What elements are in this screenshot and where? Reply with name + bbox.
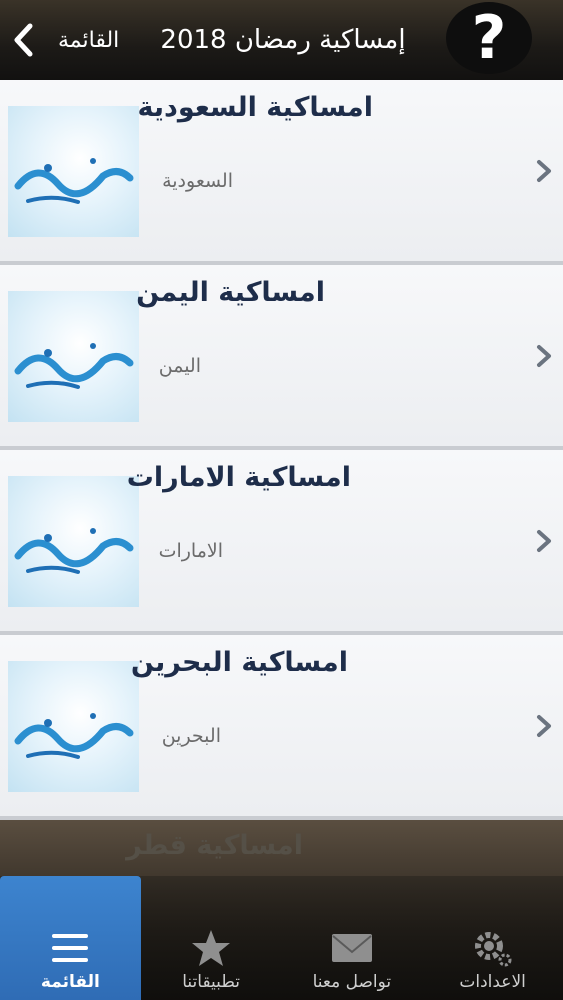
back-button[interactable]: القائمة [12, 18, 119, 62]
tab-label: تواصل معنا [312, 972, 392, 992]
list-item[interactable]: امساكية الامارات الامارات [0, 450, 563, 635]
row-title: امساكية الامارات [126, 462, 351, 493]
chevron-right-icon [537, 345, 551, 367]
help-button[interactable]: ? [446, 2, 532, 74]
ramadan-thumbnail [8, 106, 139, 237]
back-label: القائمة [58, 27, 120, 53]
row-title: امساكية البحرين [130, 647, 348, 678]
gear-icon [474, 932, 512, 967]
row-subtitle: البحرين [161, 725, 221, 747]
menu-icon [52, 934, 89, 962]
row-title: امساكية قطر [126, 830, 303, 861]
tab-label: تطبيقاتنا [182, 972, 240, 992]
nav-bar: القائمة إمساكية رمضان 2018 ? [0, 0, 563, 80]
row-subtitle: اليمن [158, 355, 201, 377]
tab-settings[interactable]: الاعدادات [422, 876, 563, 1000]
chevron-right-icon [537, 530, 551, 552]
star-icon [192, 930, 231, 966]
chevron-right-icon [537, 160, 551, 182]
tab-our-apps[interactable]: تطبيقاتنا [141, 876, 282, 1000]
ramadan-thumbnail [8, 661, 139, 792]
country-list: امساكية السعودية السعودية امساكية اليمن … [0, 80, 563, 820]
tab-label: القائمة [40, 972, 100, 992]
envelope-icon [331, 934, 372, 962]
row-subtitle: السعودية [162, 170, 233, 192]
row-subtitle: الامارات [158, 540, 223, 562]
list-item[interactable]: امساكية البحرين البحرين [0, 635, 563, 820]
row-title: امساكية السعودية [137, 92, 374, 123]
row-title: امساكية اليمن [136, 277, 325, 308]
ramadan-thumbnail [8, 476, 139, 607]
ramadan-thumbnail [8, 291, 139, 422]
tab-label: الاعدادات [459, 972, 526, 992]
page-title: إمساكية رمضان 2018 [160, 25, 406, 55]
tab-bar: القائمة تطبيقاتنا تواصل معنا الاعدادات [0, 876, 563, 1000]
tab-menu[interactable]: القائمة [0, 876, 141, 1000]
chevron-left-icon [14, 23, 33, 57]
tab-contact-us[interactable]: تواصل معنا [282, 876, 423, 1000]
question-mark-icon: ? [471, 3, 507, 73]
chevron-right-icon [537, 715, 551, 737]
list-item[interactable]: امساكية السعودية السعودية [0, 80, 563, 265]
list-item[interactable]: امساكية اليمن اليمن [0, 265, 563, 450]
